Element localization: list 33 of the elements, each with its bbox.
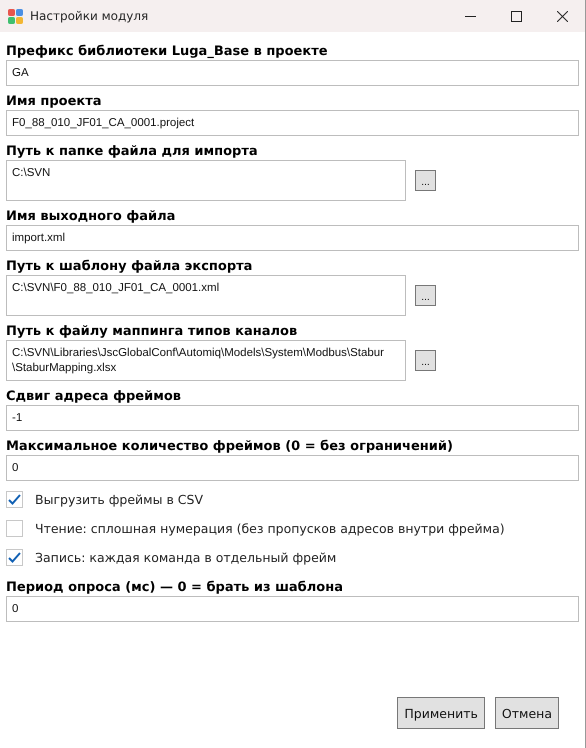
field-label: Префикс библиотеки Luga_Base в проекте [6, 43, 329, 60]
checkbox[interactable] [6, 491, 23, 508]
window-title: Настройки модуля [30, 9, 150, 23]
field-label: Путь к файлу маппинга типов каналов [6, 323, 298, 340]
text-field[interactable]: 0 [6, 596, 579, 622]
text-field[interactable]: 0 [6, 455, 579, 481]
field-label: Путь к шаблону файла экспорта [6, 258, 254, 275]
browse-button[interactable]: ... [415, 350, 436, 371]
text-field[interactable]: import.xml [6, 225, 579, 251]
field-label: Путь к папке файла для импорта [6, 143, 259, 160]
field-label: Имя выходного файла [6, 208, 176, 225]
text-field[interactable]: -1 [6, 405, 579, 431]
browse-button[interactable]: ... [415, 170, 436, 191]
apply-button[interactable]: Применить [397, 697, 485, 729]
app-logo-icon [8, 8, 23, 24]
field-label: Период опроса (мс) — 0 = брать из шаблона [6, 579, 344, 596]
checkbox-label: Выгрузить фреймы в CSV [35, 492, 203, 507]
close-icon[interactable] [556, 10, 568, 22]
field-label: Максимальное количество фреймов (0 = без ограничений) [6, 438, 454, 455]
path-field[interactable]: C:\SVN [6, 160, 406, 201]
path-field[interactable]: C:\SVN\Libraries\JscGlobalConf\Automiq\Models\System\Modbus\Stabur \StaburMapping.xlsx [6, 340, 406, 381]
maximize-icon[interactable] [510, 10, 522, 22]
checkbox[interactable] [6, 549, 23, 566]
checkbox-label: Чтение: сплошная нумерация (без пропусков адресов внутри фрейма) [35, 521, 505, 536]
field-label: Сдвиг адреса фреймов [6, 388, 182, 405]
cancel-button[interactable]: Отмена [494, 697, 559, 729]
text-field[interactable]: F0_88_010_JF01_CA_0001.project [6, 110, 579, 136]
text-field[interactable]: GA [6, 60, 579, 86]
checkbox-label: Запись: каждая команда в отдельный фрейм [35, 550, 336, 565]
field-label: Имя проекта [6, 93, 103, 110]
path-field[interactable]: C:\SVN\F0_88_010_JF01_CA_0001.xml [6, 275, 406, 316]
checkbox[interactable] [6, 520, 23, 537]
browse-button[interactable]: ... [415, 285, 436, 306]
